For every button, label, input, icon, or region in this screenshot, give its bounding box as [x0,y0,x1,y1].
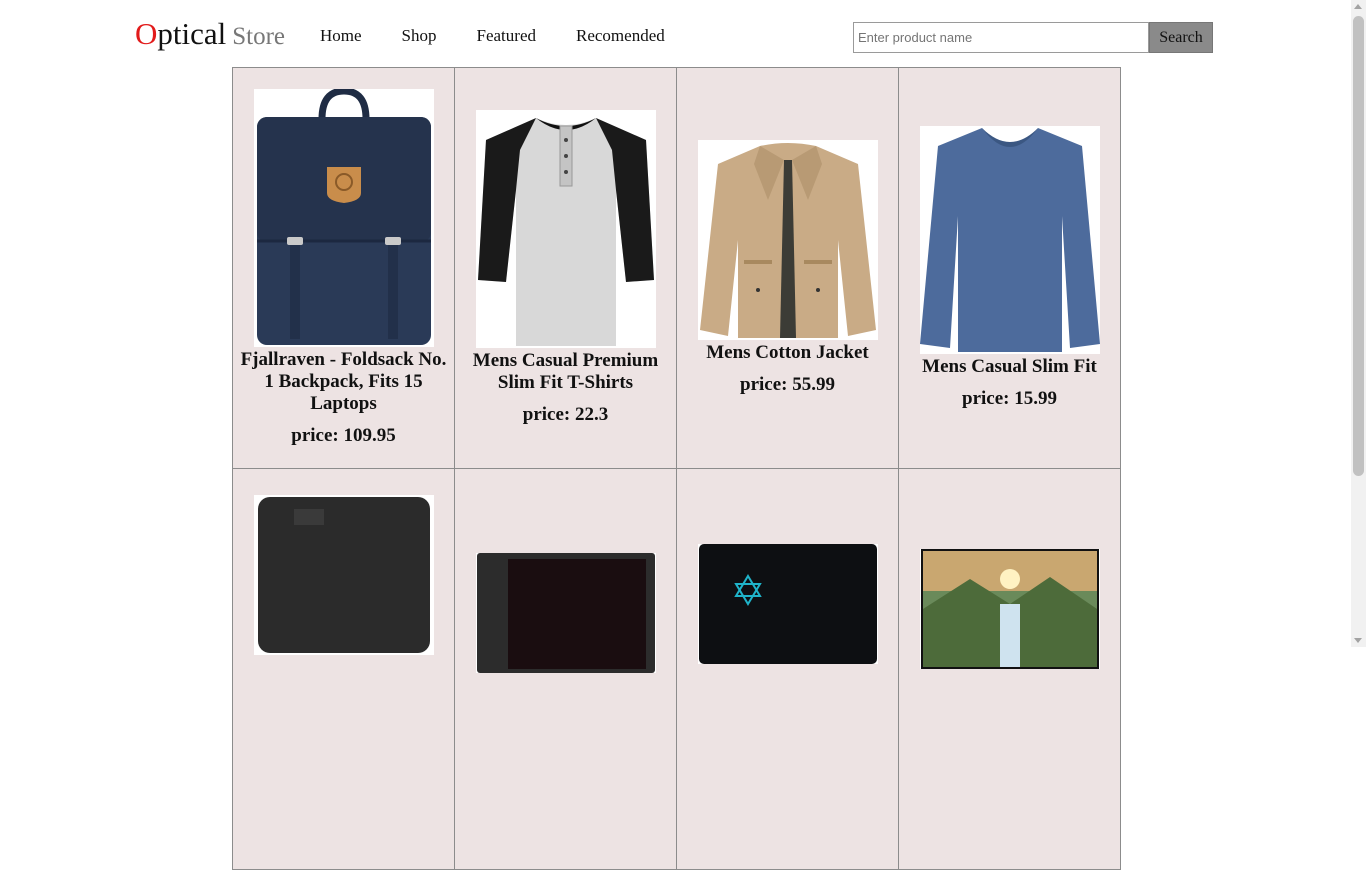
product-image-monitor[interactable] [919,549,1100,669]
product-price: price: 109.95 [291,425,396,446]
tshirt-image [475,110,656,348]
logo-store: Store [232,23,286,50]
search-form: Search [853,22,1213,53]
search-input[interactable] [853,22,1149,53]
main-nav: Home Shop Featured Recomended [320,24,665,48]
product-title[interactable]: Fjallraven - Foldsack No. 1 Backpack, Fi… [235,349,452,415]
product-price: price: 15.99 [962,388,1057,409]
backpack-image [253,89,434,347]
product-card[interactable] [898,468,1121,870]
product-card[interactable]: Mens Casual Premium Slim Fit T-Shirts pr… [454,67,677,469]
logo-initial: O [135,16,158,51]
nav-featured[interactable]: Featured [477,24,536,48]
product-price: price: 55.99 [740,374,835,395]
page-scrollbar[interactable] [1351,0,1366,647]
scrollbar-thumb[interactable] [1353,16,1364,476]
product-image-hdd[interactable] [253,495,434,655]
product-card[interactable] [232,468,455,870]
longsleeve-image [919,126,1100,354]
product-title[interactable]: Mens Casual Slim Fit [922,356,1097,378]
site-header: Optical Store Home Shop Featured Recomend… [0,0,1351,68]
product-price: price: 22.3 [522,404,609,425]
product-card[interactable] [676,468,899,870]
search-button[interactable]: Search [1149,22,1213,53]
logo[interactable]: Optical Store [135,14,285,57]
logo-word: ptical [157,16,227,51]
product-image-sp-ssd[interactable] [697,544,878,664]
product-image-tshirt[interactable] [475,110,656,348]
product-image-longsleeve[interactable] [919,126,1100,354]
product-grid: Fjallraven - Foldsack No. 1 Backpack, Fi… [232,67,1121,870]
ssd-plus-image [475,553,656,673]
sp-ssd-image [697,544,878,664]
product-card[interactable]: Mens Casual Slim Fit price: 15.99 [898,67,1121,469]
hard-drive-image [253,495,434,655]
product-image-jacket[interactable] [697,140,878,340]
monitor-image [919,549,1100,669]
product-card[interactable] [454,468,677,870]
product-image-backpack[interactable] [253,89,434,347]
jacket-image [697,140,878,340]
nav-recomended[interactable]: Recomended [576,24,665,48]
scroll-up-icon[interactable] [1354,4,1362,9]
product-card[interactable]: Mens Cotton Jacket price: 55.99 [676,67,899,469]
nav-home[interactable]: Home [320,24,362,48]
nav-shop[interactable]: Shop [402,24,437,48]
product-image-ssd-plus[interactable] [475,553,656,673]
product-card[interactable]: Fjallraven - Foldsack No. 1 Backpack, Fi… [232,67,455,469]
product-title[interactable]: Mens Casual Premium Slim Fit T-Shirts [457,350,674,394]
scroll-down-icon[interactable] [1354,638,1362,643]
product-title[interactable]: Mens Cotton Jacket [706,342,869,364]
